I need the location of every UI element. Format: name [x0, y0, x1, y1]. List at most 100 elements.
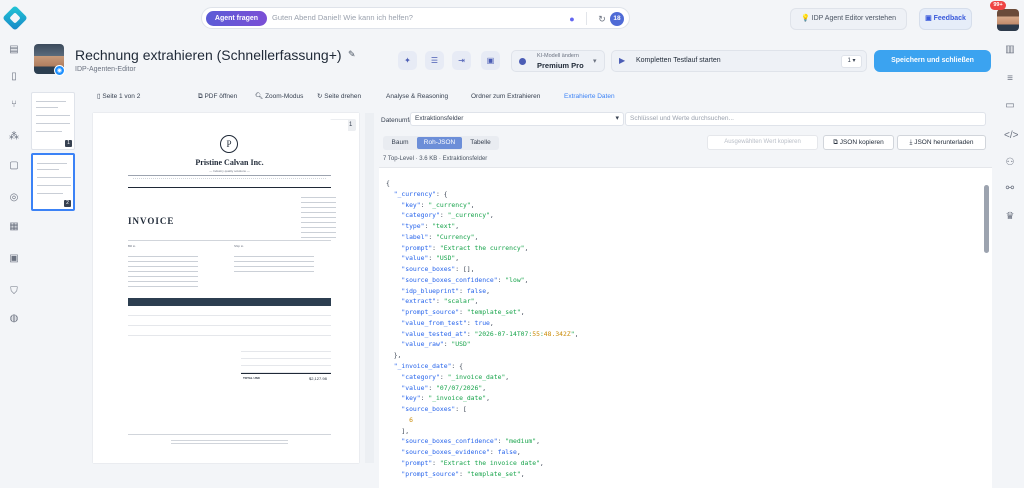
user-avatar[interactable] [997, 9, 1019, 31]
analytics-icon[interactable]: ◎ [8, 192, 20, 204]
copy-json-button[interactable]: ⧉ JSON kopieren [823, 135, 894, 150]
json-token: : [466, 318, 475, 327]
json-line: "prompt_source": "template_set", [386, 307, 578, 318]
workflow-icon[interactable]: ⑂ [8, 99, 20, 111]
json-token: : [428, 383, 437, 392]
scrollbar-thumb[interactable] [984, 185, 989, 253]
pdf-open-button[interactable]: ⧉ PDF öffnen [198, 90, 237, 104]
json-token: , [474, 297, 479, 306]
model-selector[interactable]: KI-Modell ändern Premium Pro ▾ [511, 50, 605, 72]
code-scrollbar[interactable] [984, 178, 989, 488]
save-close-button[interactable]: Speichern und schließen [874, 50, 991, 72]
tab-extracted-data[interactable]: Extrahierte Daten [564, 90, 615, 104]
idp-help-button[interactable]: 💡 IDP Agent Editor verstehen [790, 8, 907, 30]
json-line: "_currency": { [386, 189, 578, 200]
document-scrollbar[interactable] [365, 113, 374, 463]
json-line: "category": "_invoice_date", [386, 372, 578, 383]
json-token: : [], [455, 265, 475, 274]
code-icon[interactable]: </> [1004, 130, 1018, 142]
footer-text [171, 438, 288, 444]
json-token: "2026-07-14T07: [474, 329, 533, 338]
test-run-button[interactable]: ▶ Kompletten Testlauf starten 1 ▾ [611, 50, 867, 72]
page-thumb-1[interactable]: 1 [31, 92, 75, 150]
json-line: "source_boxes_confidence": "medium", [386, 436, 578, 447]
scope-select[interactable]: Extraktionsfelder ▾ [410, 112, 624, 126]
globe-icon[interactable]: ◍ [8, 313, 20, 325]
file-icon[interactable]: ▢ [8, 160, 20, 172]
json-line: ], [386, 426, 578, 437]
notification-badge: 99+ [990, 1, 1006, 10]
ask-agent-button[interactable]: Agent fragen [206, 11, 267, 26]
sidebar-toggle-icon[interactable]: ▤ [8, 44, 20, 56]
json-line: "source_boxes": [ [386, 404, 578, 415]
page-thumb-2[interactable]: 2 [31, 153, 75, 211]
json-token: "category" [401, 211, 440, 220]
json-code-view[interactable]: { "_currency": { "key": "_currency", "ca… [379, 167, 992, 488]
magic-wand-icon[interactable]: ✦ [398, 51, 417, 70]
json-token: "type" [401, 222, 425, 231]
json-token: , [524, 275, 529, 284]
refresh-icon[interactable]: ↻ [594, 11, 610, 27]
layout-icon[interactable]: ▭ [1004, 100, 1016, 112]
version-value: 1 [847, 58, 851, 64]
rotate-page-button[interactable]: ↻ Seite drehen [317, 90, 361, 104]
zoom-mode-button[interactable]: 🔍︎ Zoom-Modus [255, 90, 303, 104]
users-icon[interactable]: ⚇ [1004, 157, 1016, 169]
document-viewer[interactable]: Seite 1 P Pristine Calvan Inc. — Industr… [93, 113, 359, 463]
json-token: "value_raw" [401, 340, 444, 349]
json-token: "_currency" [393, 189, 437, 198]
company-logo: P [220, 135, 238, 153]
download-json-button[interactable]: ⤓ JSON herunterladen [897, 135, 986, 150]
json-token: "prompt" [401, 243, 433, 252]
list-icon[interactable]: ≡ [1004, 73, 1016, 85]
json-token: "USD" [436, 254, 456, 263]
shield-icon[interactable]: ⛉ [8, 286, 20, 298]
json-token: , [474, 232, 479, 241]
json-token: "medium" [505, 437, 537, 446]
save-icon[interactable]: ▣ [481, 51, 500, 70]
json-token: , [486, 394, 490, 403]
microphone-icon[interactable]: ● [564, 11, 580, 27]
json-token: "_currency" [428, 200, 471, 209]
image-icon[interactable]: ▣ [8, 253, 20, 265]
json-token: "_invoice_date" [428, 394, 487, 403]
copy-selected-button[interactable]: Ausgewählten Wert kopieren [707, 135, 818, 150]
json-line: "value_raw": "USD" [386, 339, 578, 350]
network-icon[interactable]: ⁂ [8, 131, 20, 143]
view-mode-tabs: Baum Roh-JSON Tabelle [383, 136, 499, 150]
crown-icon[interactable]: ♛ [1004, 211, 1016, 223]
assistant-input[interactable]: Guten Abend Daniel! Wie kann ich helfen? [272, 13, 413, 22]
json-token: "Currency" [436, 232, 475, 241]
tab-analysis[interactable]: Analyse & Reasoning [386, 90, 448, 104]
documents-icon[interactable]: ▯ [8, 71, 20, 83]
invoice-page: P Pristine Calvan Inc. — Industry qualit… [111, 120, 348, 453]
gallery-icon[interactable]: ▦ [8, 221, 20, 233]
json-token: "prompt" [401, 458, 433, 467]
handshake-icon[interactable]: ⚯ [1004, 183, 1016, 195]
list-settings-icon[interactable]: ☰ [425, 51, 444, 70]
json-token: : [ [455, 405, 467, 414]
search-input[interactable]: Schlüssel und Werte durchsuchen... [625, 112, 986, 126]
camera-icon[interactable]: ◉ [54, 65, 65, 76]
json-line: 6 [386, 415, 578, 426]
tab-raw-json[interactable]: Roh-JSON [417, 137, 462, 149]
tab-folders[interactable]: Ordner zum Extrahieren [471, 90, 540, 104]
feedback-button[interactable]: ▣ Feedback [919, 8, 972, 30]
export-icon[interactable]: ⇥ [452, 51, 471, 70]
tab-tree[interactable]: Baum [385, 137, 415, 149]
edit-title-icon[interactable]: ✎ [348, 49, 356, 60]
json-line: "value": "07/07/2026", [386, 383, 578, 394]
tab-table[interactable]: Tabelle [464, 137, 497, 149]
app-logo-icon[interactable] [2, 5, 28, 31]
panel-toggle-icon[interactable]: ▥ [1004, 44, 1016, 56]
version-select[interactable]: 1 ▾ [841, 55, 862, 68]
